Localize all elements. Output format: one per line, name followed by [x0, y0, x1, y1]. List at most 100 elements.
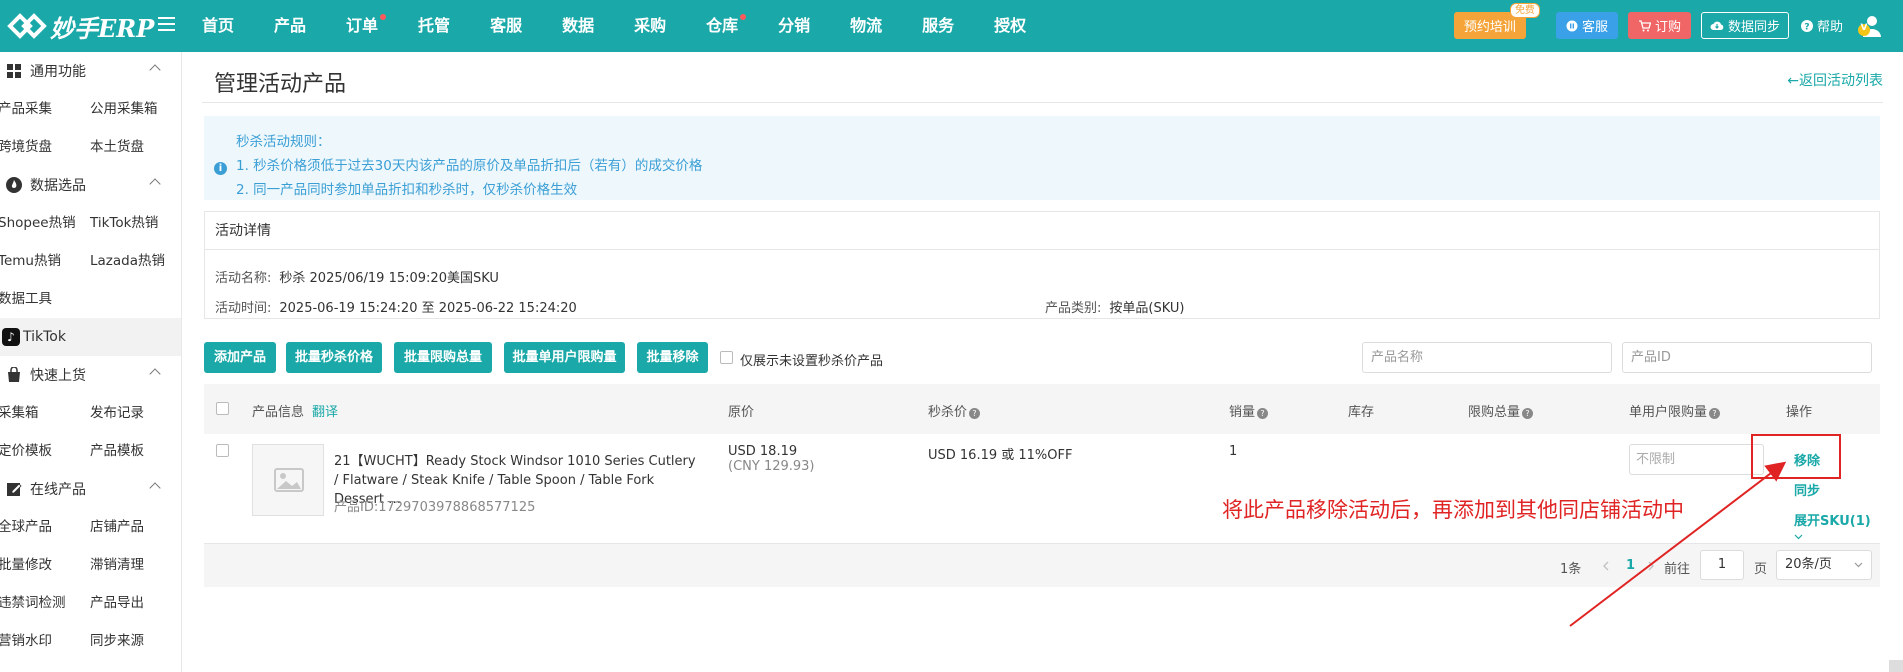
sidebar-item[interactable]: Shopee热销 [0, 204, 90, 242]
expand-sku-link[interactable]: 展开SKU(1) [1794, 510, 1880, 544]
col-limit-total: 限购总量? [1468, 401, 1534, 420]
book-training-button[interactable]: 预约培训 免费 [1453, 3, 1540, 39]
subscribe-label: 订购 [1654, 20, 1681, 35]
product-category-row: 产品类别: 按单品(SKU) [1045, 297, 1184, 316]
bulk-limit-total-button[interactable]: 批量限购总量 [394, 342, 492, 373]
annotation-text: 将此产品移除活动后，再添加到其他同店铺活动中 [1222, 498, 1684, 522]
sidebar-item[interactable]: 同步来源 [90, 622, 180, 660]
col-flash-price: 秒杀价? [928, 401, 981, 420]
help-icon[interactable]: ? [969, 408, 981, 419]
bulk-remove-button[interactable]: 批量移除 [637, 342, 708, 373]
data-sync-button[interactable]: 数据同步 [1700, 12, 1789, 39]
sidebar-item[interactable]: 跨境货盘 [0, 128, 90, 166]
nav-item[interactable]: 仓库 [706, 0, 747, 52]
scrollbar[interactable] [1889, 660, 1903, 672]
nav-item-label: 采购 [634, 16, 667, 35]
nav-item[interactable]: 服务 [922, 0, 954, 52]
col-product-info: 产品信息 [252, 405, 305, 420]
sidebar-section-header[interactable]: 数据选品 [0, 166, 181, 204]
cart-icon [1638, 19, 1651, 31]
help-icon[interactable]: ? [1709, 408, 1721, 419]
add-product-button[interactable]: 添加产品 [204, 342, 276, 373]
bulk-flash-price-button[interactable]: 批量秒杀价格 [286, 342, 382, 373]
product-id-search-input[interactable]: 产品ID [1622, 342, 1872, 373]
sidebar-item[interactable]: Lazada热销 [90, 242, 180, 280]
bulk-per-user-limit-button[interactable]: 批量单用户限购量 [504, 342, 625, 373]
sidebar-item[interactable]: 滞销清理 [90, 546, 180, 584]
product-thumbnail[interactable] [252, 444, 324, 516]
chevron-up-icon[interactable] [149, 482, 161, 494]
sidebar-section-header[interactable]: 快速上货 [0, 356, 181, 394]
main-nav: 首页 产品 订单 托管 客服 数据 采购 仓库 分销 物流 服务 授权 [202, 0, 1066, 52]
current-page[interactable]: 1 [1626, 558, 1635, 573]
notice-title: 秒杀活动规则： [236, 134, 331, 150]
next-page-icon[interactable] [1648, 561, 1655, 571]
cloud-download-icon [1710, 21, 1724, 30]
page-unit-label: 页 [1754, 562, 1768, 577]
help-link[interactable]: ? 帮助 [1800, 16, 1843, 35]
sidebar-item[interactable]: 公用采集箱 [90, 90, 180, 128]
product-name-search-input[interactable]: 产品名称 [1362, 342, 1612, 373]
back-to-activity-list-link[interactable]: ←返回活动列表 [1787, 70, 1883, 90]
nav-item-label: 托管 [418, 16, 451, 35]
nav-item[interactable]: 数据 [562, 0, 594, 52]
subscribe-button[interactable]: 订购 [1627, 12, 1691, 39]
sidebar-item[interactable]: 数据工具 [0, 280, 90, 318]
sidebar-item[interactable]: 产品模板 [90, 432, 180, 470]
top-navigation-bar: 妙手ERP 首页 产品 订单 托管 客服 数据 采购 仓库 分销 物流 服务 授权 预约培训 免费 客… [0, 0, 1903, 52]
nav-item[interactable]: 客服 [490, 0, 522, 52]
sidebar-item[interactable]: 发布记录 [90, 394, 180, 432]
nav-item[interactable]: 产品 [274, 0, 306, 52]
sidebar-section-header[interactable]: 通用功能 [0, 52, 181, 90]
sidebar-item[interactable]: 店铺产品 [90, 508, 180, 546]
nav-item[interactable]: 授权 [994, 0, 1026, 52]
sync-link[interactable]: 同步 [1794, 480, 1820, 499]
sidebar-section-title: 快速上货 [30, 368, 86, 384]
sidebar-item[interactable]: TikTok热销 [90, 204, 180, 242]
nav-item[interactable]: 订单 [346, 0, 387, 52]
activity-detail-header: 活动详情 [205, 212, 1879, 250]
nav-item-label: 首页 [202, 16, 235, 35]
nav-item-label: 客服 [490, 16, 523, 35]
sidebar-section-data-selection: 数据选品 Shopee热销 TikTok热销 Temu热销 Lazada热销 数… [0, 166, 181, 318]
sidebar-item[interactable]: 采集箱 [0, 394, 90, 432]
tiktok-icon: ♪ [2, 328, 20, 346]
row-checkbox[interactable] [216, 444, 229, 457]
nav-item[interactable]: 物流 [850, 0, 882, 52]
sidebar-item-tiktok[interactable]: ♪ TikTok [0, 318, 181, 356]
sidebar-item[interactable]: 本土货盘 [90, 128, 180, 166]
select-all-checkbox[interactable] [216, 402, 229, 415]
prev-page-icon[interactable] [1602, 561, 1609, 571]
table-header: 产品信息 翻译 原价 秒杀价? 销量? 库存 限购总量? 单用户限购量? 操作 [204, 384, 1880, 434]
goto-page-input[interactable]: 1 [1700, 550, 1744, 580]
user-avatar[interactable]: V [1857, 13, 1883, 39]
menu-toggle-icon[interactable] [158, 17, 175, 33]
chevron-up-icon[interactable] [149, 368, 161, 380]
sidebar-item[interactable]: 批量修改 [0, 546, 90, 584]
nav-item[interactable]: 托管 [418, 0, 450, 52]
help-icon[interactable]: ? [1522, 408, 1534, 419]
sidebar-item[interactable]: 产品导出 [90, 584, 180, 622]
nav-item[interactable]: 分销 [778, 0, 810, 52]
sidebar-section-header[interactable]: 在线产品 [0, 470, 181, 508]
chevron-up-icon[interactable] [149, 178, 161, 190]
sidebar-item[interactable]: 产品采集 [0, 90, 90, 128]
product-id: 产品ID:1729703978868577125 [334, 500, 536, 515]
nav-item[interactable]: 采购 [634, 0, 666, 52]
sidebar-item[interactable]: 全球产品 [0, 508, 90, 546]
customer-service-button[interactable]: 客服 [1555, 12, 1618, 39]
app-logo[interactable]: 妙手ERP [6, 8, 154, 44]
sidebar-item[interactable]: Temu热销 [0, 242, 90, 280]
per-user-limit-input[interactable]: 不限制 [1629, 444, 1764, 475]
translate-link[interactable]: 翻译 [312, 401, 338, 420]
sidebar-item[interactable]: 营销水印 [0, 622, 90, 660]
sidebar-item[interactable]: 定价模板 [0, 432, 90, 470]
activity-name-row: 活动名称: 秒杀 2025/06/19 15:09:20美国SKU [215, 267, 499, 286]
page-size-select[interactable]: 20条/页 [1776, 550, 1872, 580]
nav-item[interactable]: 首页 [202, 0, 234, 52]
help-icon[interactable]: ? [1257, 408, 1269, 419]
only-unset-price-checkbox[interactable] [720, 351, 733, 364]
chevron-up-icon[interactable] [149, 64, 161, 76]
remove-link[interactable]: 移除 [1794, 450, 1820, 469]
sidebar-item[interactable]: 违禁词检测 [0, 584, 90, 622]
